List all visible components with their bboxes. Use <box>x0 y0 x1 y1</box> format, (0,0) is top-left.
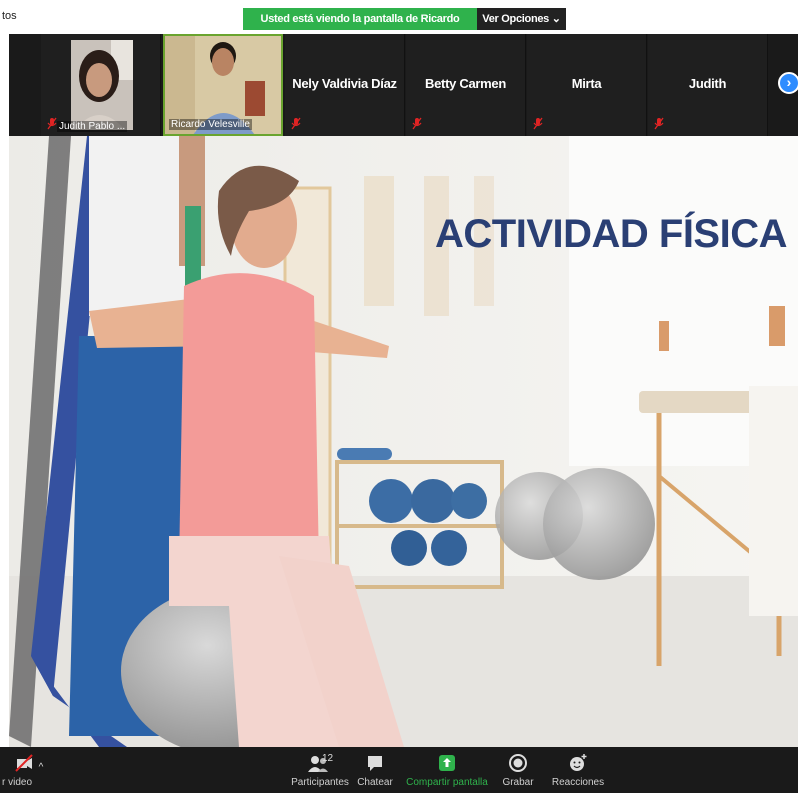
participant-name: Mirta <box>571 76 602 91</box>
muted-mic-icon <box>47 117 57 130</box>
participant-tile[interactable]: Judith Pablo ... <box>41 34 161 136</box>
reactions-label: Reacciones <box>551 777 605 788</box>
participant-tile[interactable]: Nely Valdivia Díaz <box>285 34 405 136</box>
chat-label: Chatear <box>357 777 393 788</box>
top-bar: tos Usted está viendo la pantalla de Ric… <box>0 0 798 47</box>
participants-label: Participantes <box>291 777 349 788</box>
record-button[interactable]: Grabar <box>498 751 538 791</box>
muted-mic-icon <box>291 117 301 130</box>
meeting-toolbar: r video ^ 12 Participantes Chatear Compa… <box>0 747 798 793</box>
participant-tile[interactable]: Judith <box>648 34 768 136</box>
participant-strip: Judith Pablo ... Ricardo Velesville Nely… <box>9 34 798 136</box>
participants-button[interactable]: 12 Participantes <box>280 751 360 791</box>
record-label: Grabar <box>502 777 534 788</box>
muted-mic-icon <box>533 117 543 130</box>
participant-name: Ricardo Velesville <box>169 119 252 130</box>
video-off-icon <box>15 754 33 772</box>
chevron-up-icon: ^ <box>38 762 44 773</box>
slide-title: ACTIVIDAD FÍSICA <box>435 212 788 256</box>
muted-mic-icon <box>412 117 422 130</box>
screen-share-banner: Usted está viendo la pantalla de Ricardo… <box>243 8 477 47</box>
participant-tile[interactable]: Betty Carmen <box>406 34 526 136</box>
chat-button[interactable]: Chatear <box>352 751 398 791</box>
share-screen-icon <box>439 755 455 771</box>
muted-mic-icon <box>654 117 664 130</box>
view-options-button[interactable]: Ver Opciones ⌄ <box>477 8 566 30</box>
participant-tile[interactable]: Mirta <box>527 34 647 136</box>
reactions-button[interactable]: Reacciones <box>550 751 606 791</box>
participant-name: Judith Pablo ... <box>57 121 128 132</box>
shared-screen-slide: ACTIVIDAD FÍSICA <box>9 136 798 747</box>
participant-name: Nely Valdivia Díaz <box>292 76 397 91</box>
share-screen-button[interactable]: Compartir pantalla <box>405 751 489 791</box>
record-icon <box>509 754 527 772</box>
participant-name: Judith <box>688 76 727 91</box>
chevron-right-icon[interactable]: › <box>778 72 798 94</box>
reactions-icon <box>570 754 587 771</box>
zoom-window: tos Usted está viendo la pantalla de Ric… <box>0 0 798 793</box>
window-title-fragment: tos <box>2 10 17 22</box>
chat-icon <box>368 756 382 771</box>
participant-tile-active[interactable]: Ricardo Velesville <box>163 34 283 136</box>
participants-count: 12 <box>322 753 334 764</box>
participant-name: Betty Carmen <box>425 76 506 91</box>
share-screen-label: Compartir pantalla <box>406 777 488 788</box>
video-options-chevron[interactable]: ^ <box>34 757 48 793</box>
